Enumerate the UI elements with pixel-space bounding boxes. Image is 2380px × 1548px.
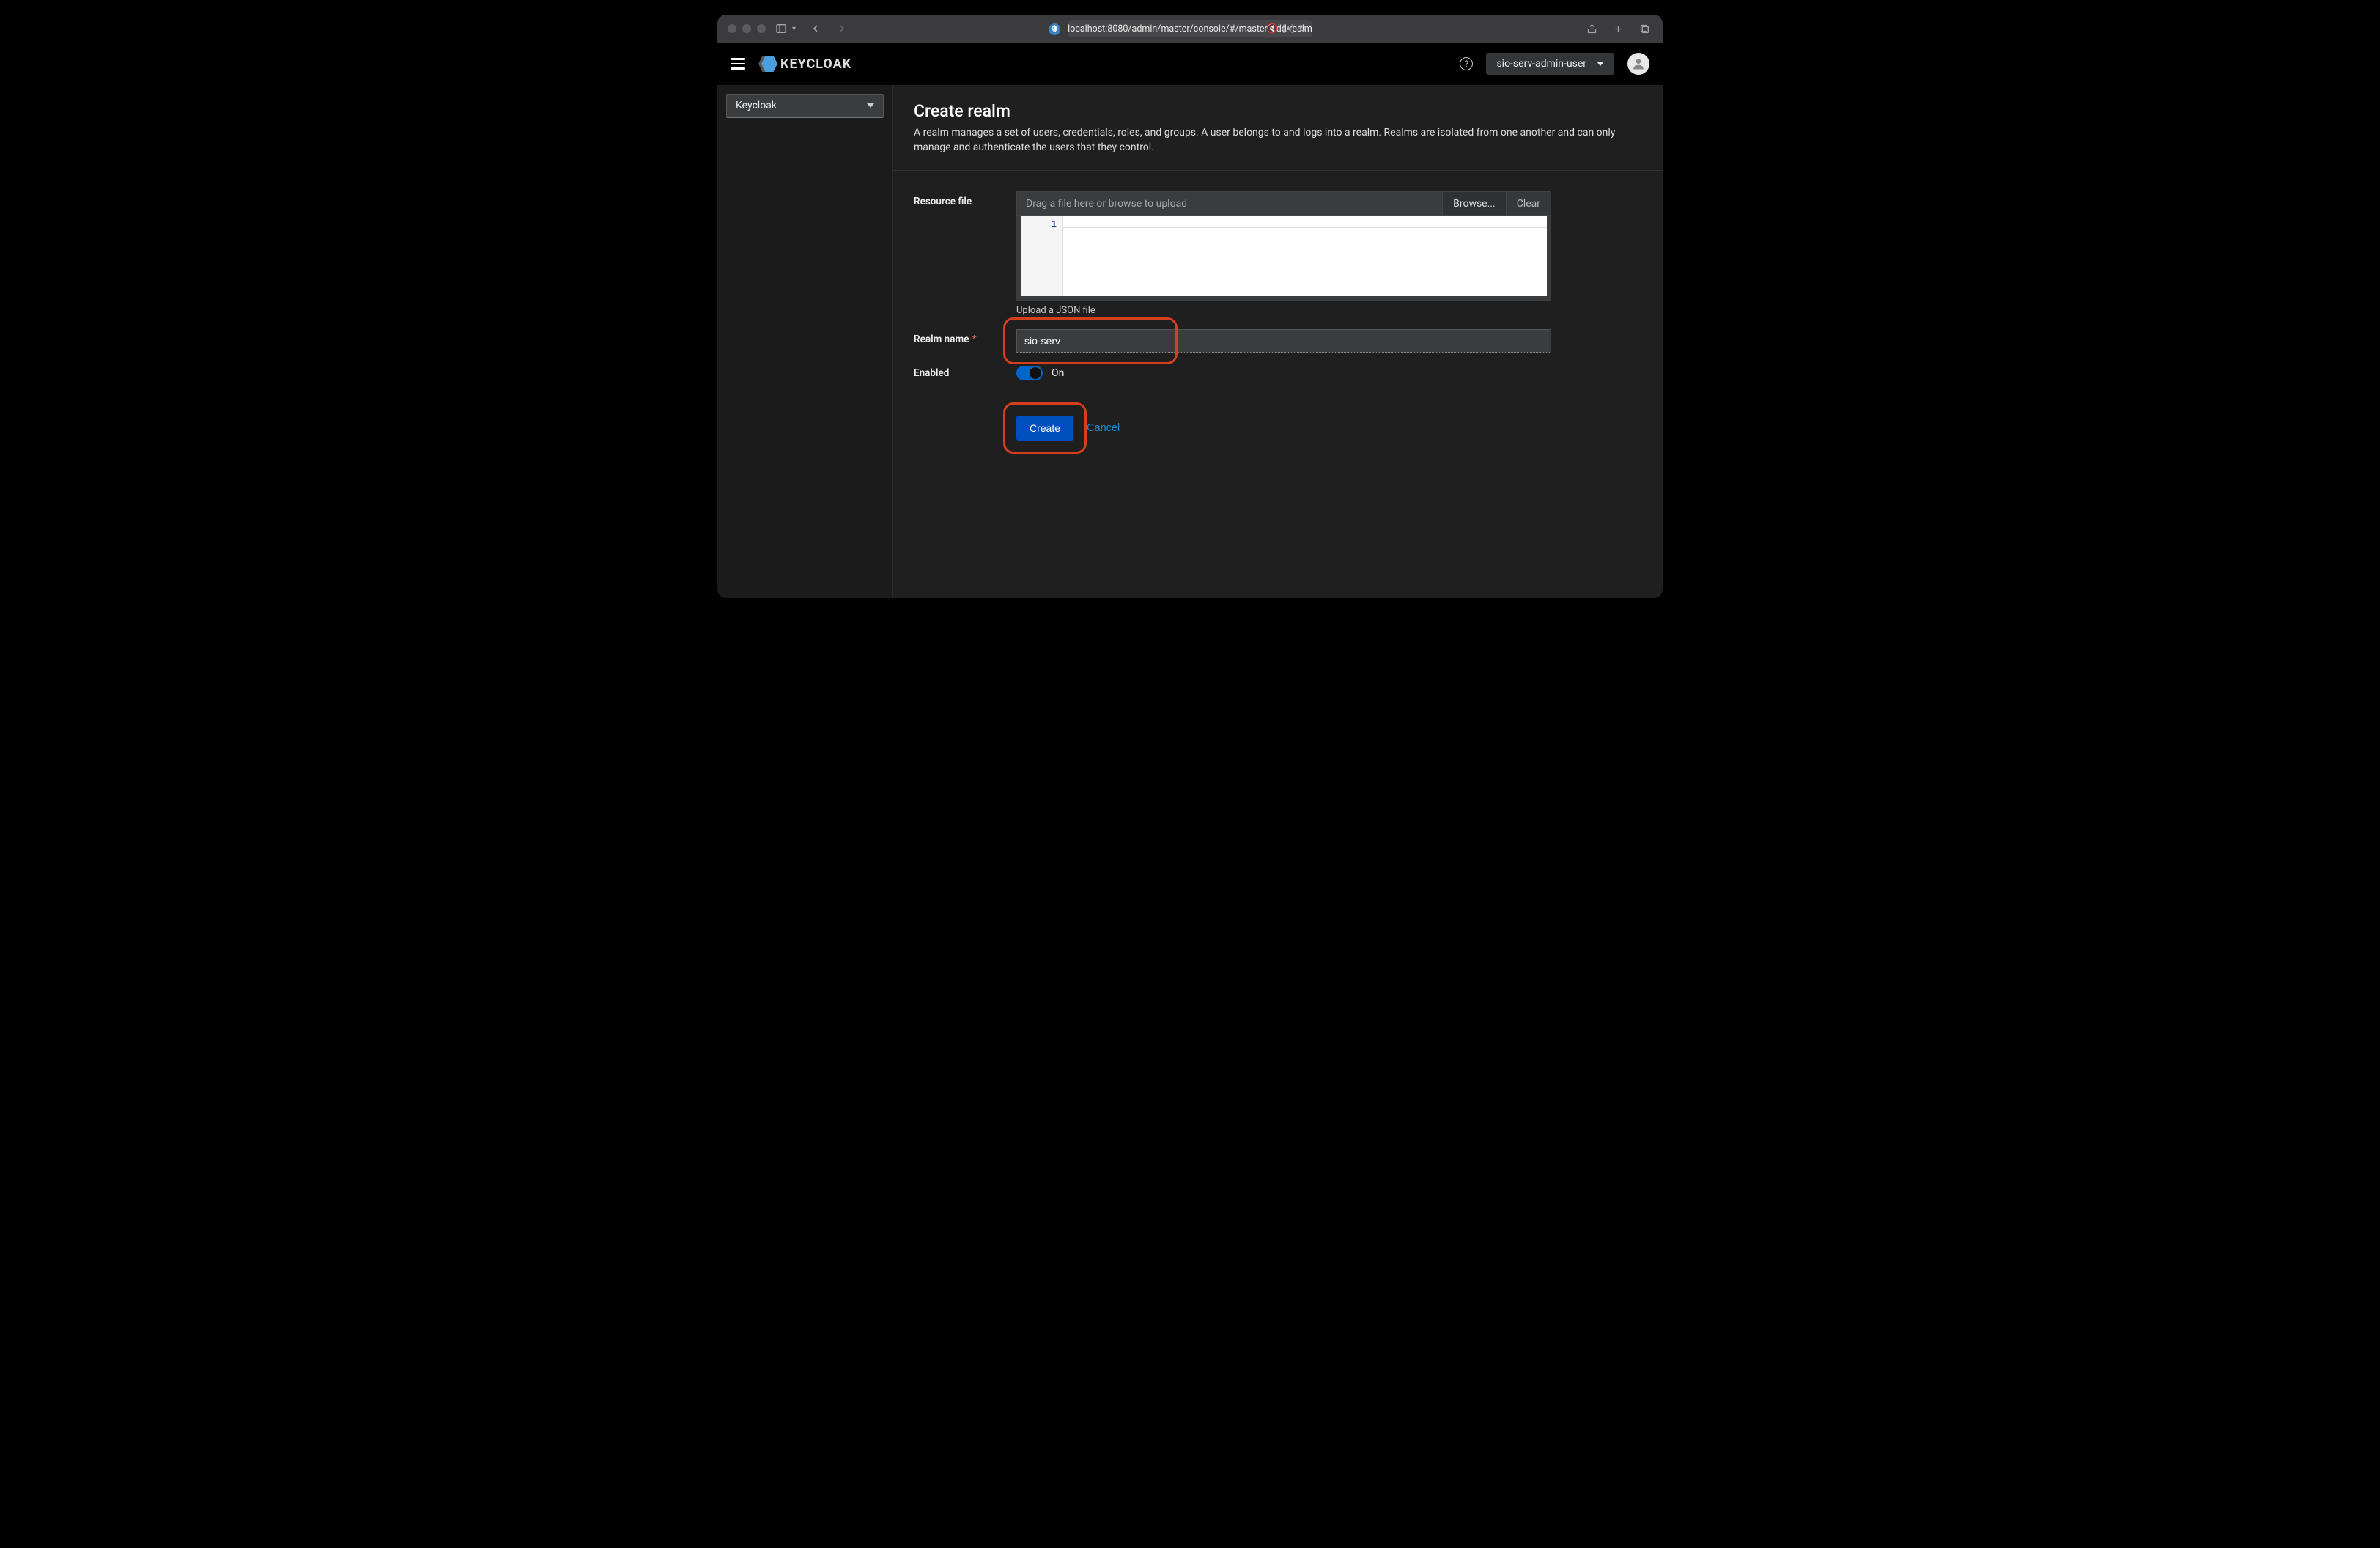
file-helper-text: Upload a JSON file <box>1016 305 1551 316</box>
realm-selector-label: Keycloak <box>736 100 777 111</box>
reload-icon[interactable]: ↻ <box>1298 23 1306 34</box>
logo-mark-icon <box>758 56 777 72</box>
translate-icon[interactable]: ⁅ᴀ⁆ <box>1282 23 1294 34</box>
url-bar[interactable]: 🛡 localhost:8080/admin/master/console/#/… <box>1068 20 1312 37</box>
chevron-down-icon <box>867 103 874 108</box>
create-button[interactable]: Create <box>1016 416 1073 441</box>
privacy-shield-icon[interactable]: 🛡 <box>1049 23 1060 35</box>
brand-logo[interactable]: KEYCLOAK <box>758 56 851 72</box>
user-dropdown[interactable]: sio-serv-admin-user <box>1486 53 1614 75</box>
line-gutter: 1 <box>1021 216 1063 296</box>
file-drop[interactable]: Drag a file here or browse to upload Bro… <box>1016 191 1551 216</box>
fullscreen-window-icon[interactable] <box>757 24 766 33</box>
browse-button[interactable]: Browse... <box>1442 192 1506 215</box>
new-tab-icon[interactable] <box>1610 21 1626 37</box>
tabs-overview-icon[interactable] <box>1636 21 1652 37</box>
code-area[interactable] <box>1063 216 1547 296</box>
page-title: Create realm <box>914 101 1642 121</box>
app-header: KEYCLOAK ? sio-serv-admin-user <box>717 43 1663 85</box>
back-icon[interactable] <box>808 21 824 37</box>
avatar[interactable] <box>1627 53 1649 75</box>
enabled-label: Enabled <box>914 367 1016 379</box>
hamburger-icon[interactable] <box>731 58 745 70</box>
realm-name-input[interactable] <box>1016 329 1551 353</box>
enabled-state: On <box>1052 367 1064 379</box>
brand-text: KEYCLOAK <box>780 56 851 72</box>
share-icon[interactable] <box>1583 21 1600 37</box>
page-description: A realm manages a set of users, credenti… <box>914 125 1642 155</box>
minimize-window-icon[interactable] <box>742 24 751 33</box>
divider <box>893 170 1663 171</box>
enabled-toggle[interactable] <box>1016 366 1043 380</box>
chevron-down-icon[interactable]: ▾ <box>792 25 796 33</box>
main-content: Create realm A realm manages a set of us… <box>893 85 1663 598</box>
forward-icon[interactable] <box>834 21 850 37</box>
clear-button[interactable]: Clear <box>1506 192 1551 215</box>
close-window-icon[interactable] <box>728 24 736 33</box>
titlebar: ▾ 🛡 localhost:8080/admin/master/console/… <box>717 15 1663 43</box>
chevron-down-icon <box>1597 62 1604 66</box>
user-name: sio-serv-admin-user <box>1496 58 1586 70</box>
browser-window: ▾ 🛡 localhost:8080/admin/master/console/… <box>717 15 1663 598</box>
resource-file-label: Resource file <box>914 191 1016 207</box>
sidebar: Keycloak <box>717 85 893 598</box>
mute-icon[interactable]: 🔇 <box>1267 23 1279 34</box>
code-editor[interactable]: 1 <box>1016 216 1551 301</box>
traffic-lights[interactable] <box>728 24 766 33</box>
file-drop-placeholder[interactable]: Drag a file here or browse to upload <box>1017 192 1442 215</box>
realm-selector[interactable]: Keycloak <box>726 94 884 118</box>
realm-name-label: Realm name* <box>914 329 1016 345</box>
cancel-button[interactable]: Cancel <box>1087 422 1120 434</box>
sidebar-toggle-icon[interactable] <box>773 21 789 37</box>
help-icon[interactable]: ? <box>1460 57 1473 70</box>
